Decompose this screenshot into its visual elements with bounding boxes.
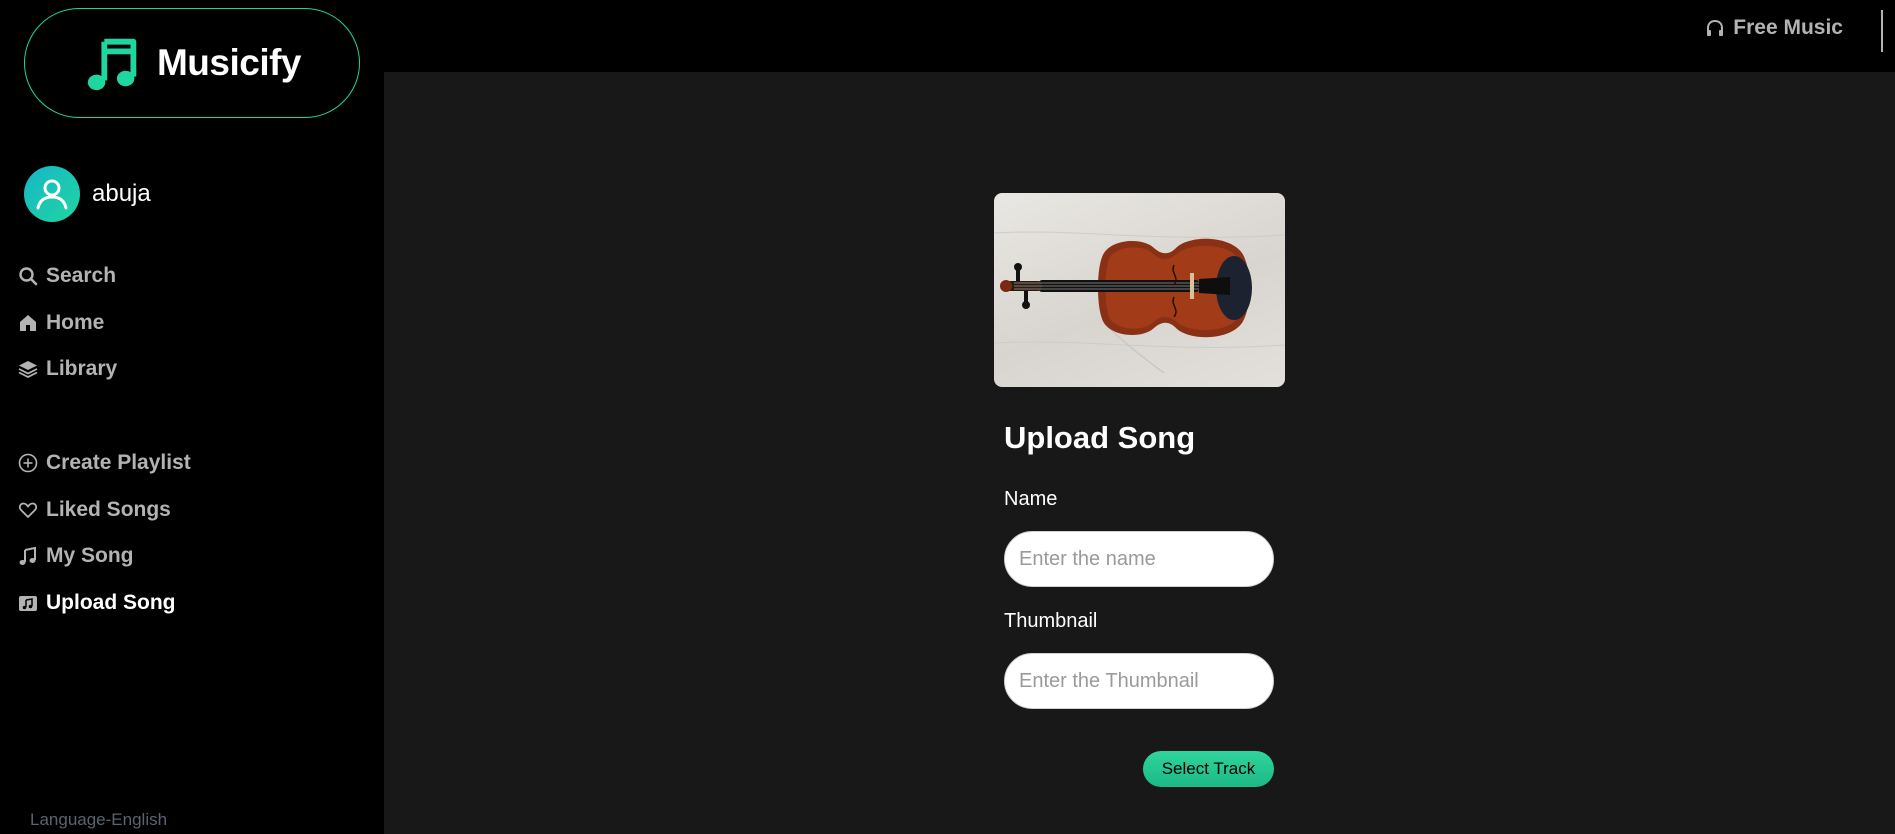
free-music-link[interactable]: Free Music: [1705, 16, 1843, 40]
music-note-icon: [19, 547, 36, 566]
plus-circle-icon: [18, 453, 38, 473]
upload-title: Upload Song: [1004, 420, 1196, 455]
nav-label-create-playlist: Create Playlist: [46, 451, 191, 475]
username: abuja: [92, 180, 151, 207]
logo[interactable]: Musicify: [24, 8, 360, 118]
nav-item-my-song[interactable]: My Song: [18, 533, 191, 580]
user-profile[interactable]: abuja: [24, 166, 151, 222]
sidebar: Musicify abuja Search Home Library Creat…: [0, 0, 384, 834]
user-icon: [36, 179, 68, 210]
heart-icon: [18, 502, 38, 518]
nav-label-my-song: My Song: [46, 544, 134, 568]
top-divider: [1881, 10, 1883, 52]
violin-image: [994, 231, 1285, 374]
song-thumbnail-image: [994, 193, 1285, 387]
thumbnail-label: Thumbnail: [1004, 610, 1098, 632]
nav-label-liked-songs: Liked Songs: [46, 497, 171, 521]
name-input[interactable]: [1004, 531, 1274, 587]
select-track-button[interactable]: Select Track: [1143, 751, 1274, 787]
main-nav: Search Home Library: [18, 253, 117, 393]
music-file-icon: [19, 595, 37, 611]
language-selector[interactable]: Language-English: [30, 810, 167, 830]
top-bar: Free Music: [384, 0, 1895, 72]
music-note-logo-icon: [87, 38, 137, 91]
nav-item-upload-song[interactable]: Upload Song: [18, 580, 191, 627]
avatar: [24, 166, 80, 222]
thumbnail-input[interactable]: [1004, 653, 1274, 709]
app-name: Musicify: [156, 42, 302, 83]
nav-label-home: Home: [46, 310, 105, 334]
search-icon: [19, 267, 38, 286]
library-icon: [18, 361, 38, 379]
nav-item-create-playlist[interactable]: Create Playlist: [18, 440, 191, 487]
name-label: Name: [1004, 488, 1058, 510]
free-music-label: Free Music: [1733, 16, 1843, 39]
nav-label-search: Search: [46, 264, 117, 288]
main-content: Upload Song Name Thumbnail Select Track: [384, 72, 1895, 834]
nav-item-home[interactable]: Home: [18, 300, 117, 347]
nav-item-library[interactable]: Library: [18, 346, 117, 393]
app-root: Musicify abuja Search Home Library Creat…: [0, 0, 1895, 834]
nav-label-library: Library: [46, 357, 118, 381]
home-icon: [20, 314, 36, 331]
nav-item-liked-songs[interactable]: Liked Songs: [18, 487, 191, 534]
nav-label-upload-song: Upload Song: [46, 590, 176, 614]
headphones-icon: [1707, 19, 1724, 36]
library-nav: Create Playlist Liked Songs My Song Uplo…: [18, 440, 191, 626]
nav-item-search[interactable]: Search: [18, 253, 117, 300]
